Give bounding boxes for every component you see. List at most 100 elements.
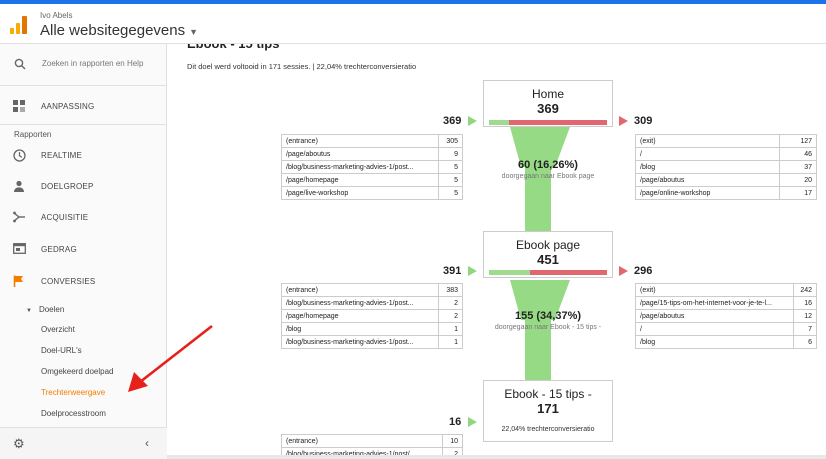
source-value: 5 — [438, 186, 463, 200]
continued-count: 155 (34,37%) — [514, 310, 582, 322]
step-entrances-count: 391 — [443, 265, 462, 277]
collapse-chevron-icon[interactable]: ‹ — [145, 436, 149, 450]
exit-page: /blog — [635, 335, 794, 349]
nav-customization-label: AANPASSING — [41, 102, 95, 111]
exit-value: 37 — [778, 160, 818, 174]
table-row[interactable]: (entrance) 383 — [280, 283, 463, 297]
step-name: Ebook page — [515, 238, 581, 252]
search-input[interactable]: Zoeken in rapporten en Help — [42, 59, 160, 68]
nav-customization[interactable]: AANPASSING — [0, 92, 167, 122]
behavior-icon — [12, 243, 26, 257]
nav-goal-flow[interactable]: Doelprocesstroom — [41, 409, 106, 418]
nav-goals-label: Doelen — [38, 305, 65, 314]
source-value: 1 — [438, 322, 463, 336]
step-entrances-count: 369 — [443, 115, 462, 127]
source-page: /page/homepage — [280, 173, 440, 187]
source-page: /page/aboutus — [280, 147, 440, 161]
step-progress-bar — [489, 120, 607, 125]
exit-page: /page/aboutus — [635, 309, 794, 323]
table-row[interactable]: /46 — [635, 147, 818, 161]
table-row[interactable]: /page/homepage 2 — [280, 309, 463, 323]
nav-overview[interactable]: Overzicht — [41, 325, 75, 334]
table-row[interactable]: /blog/business-marketing-advies-1/post..… — [280, 160, 463, 174]
nav-goals[interactable]: ▼ Doelen — [26, 305, 64, 314]
caret-down-icon: ▼ — [189, 27, 199, 37]
table-row[interactable]: /page/aboutus 9 — [280, 147, 463, 161]
step-count: 369 — [537, 101, 559, 116]
nav-reverse-goal-path[interactable]: Omgekeerd doelpad — [41, 367, 114, 376]
source-value: 2 — [438, 296, 463, 310]
goal-summary: Dit doel werd voltooid in 171 sessies. |… — [187, 62, 417, 71]
table-row[interactable]: (exit) 242 — [635, 283, 818, 297]
step-name: Ebook - 15 tips - — [504, 387, 592, 401]
entrance-arrow-icon — [468, 417, 477, 427]
exit-value: 6 — [792, 335, 818, 349]
table-row[interactable]: /page/aboutus 20 — [635, 173, 818, 187]
nav-behavior[interactable]: GEDRAG — [0, 235, 167, 265]
app-header: Ivo Abels Alle websitegegevens ▼ — [0, 4, 826, 44]
step-count: 171 — [537, 401, 559, 416]
table-row[interactable]: /blog 1 — [280, 322, 463, 336]
nav-goal-urls[interactable]: Doel-URL's — [41, 346, 82, 355]
step-entrances-count: 16 — [449, 416, 462, 428]
nav-audience-label: DOELGROEP — [41, 182, 94, 191]
exit-value: 16 — [792, 296, 818, 310]
source-page: (entrance) — [280, 283, 440, 297]
source-value: 10 — [442, 434, 463, 448]
nav-funnel-visualization[interactable]: Trechterweergave — [41, 388, 105, 397]
nav-behavior-label: GEDRAG — [41, 245, 77, 254]
nav-realtime-label: REALTIME — [41, 151, 83, 160]
divider — [0, 124, 167, 125]
nav-audience[interactable]: DOELGROEP — [0, 172, 167, 202]
source-page: /page/live-workshop — [280, 186, 440, 200]
exit-page: /page/online-workshop — [635, 186, 780, 200]
table-row[interactable]: (entrance) 305 — [280, 134, 463, 148]
funnel-step-ebook-15-tips[interactable]: Ebook - 15 tips - 171 22,04% trechtercon… — [483, 380, 613, 442]
source-page: /blog — [280, 322, 440, 336]
exit-value: 46 — [778, 147, 818, 161]
exit-arrow-icon — [619, 116, 628, 126]
table-row[interactable]: /blog/business-marketing-advies-1/post..… — [280, 335, 463, 349]
table-row[interactable]: /blog 6 — [635, 335, 818, 349]
table-row[interactable]: /blog/business-marketing-advies-1/post..… — [280, 296, 463, 310]
nav-acquisition-label: ACQUISITIE — [41, 213, 89, 222]
entrances-table: (entrance) 383 /blog/business-marketing-a… — [280, 283, 463, 349]
table-row[interactable]: /page/homepage 5 — [280, 173, 463, 187]
property-selector[interactable]: Alle websitegegevens ▼ — [40, 22, 198, 39]
table-row[interactable]: /7 — [635, 322, 818, 336]
table-row[interactable]: (entrance) 10 — [280, 434, 463, 448]
continued-count: 60 (16,26%) — [518, 159, 578, 171]
exit-value: 20 — [778, 173, 818, 187]
exit-page: /page/aboutus — [635, 173, 780, 187]
source-page: (entrance) — [280, 434, 444, 448]
nav-conversions[interactable]: CONVERSIES — [0, 267, 167, 297]
table-row[interactable]: /page/live-workshop 5 — [280, 186, 463, 200]
nav-conversions-label: CONVERSIES — [41, 277, 96, 286]
exit-value: 7 — [792, 322, 818, 336]
analytics-logo-icon[interactable] — [10, 16, 28, 34]
main-content: Ebook - 15 tips Dit doel werd voltooid i… — [167, 36, 826, 459]
source-page: /blog/business-marketing-advies-1/post..… — [280, 296, 440, 310]
source-value: 383 — [438, 283, 463, 297]
source-value: 5 — [438, 173, 463, 187]
exits-table: (exit) 127 /46 /blog 37 /page/aboutus 20 /p… — [635, 134, 818, 200]
table-row[interactable]: /page/aboutus 12 — [635, 309, 818, 323]
table-row[interactable]: /page/15-tips-om-het-internet-voor-je-te… — [635, 296, 818, 310]
nav-acquisition[interactable]: ACQUISITIE — [0, 203, 167, 233]
exit-value: 242 — [792, 283, 818, 297]
acquisition-icon — [12, 211, 26, 225]
exit-value: 127 — [778, 134, 818, 148]
exit-page: (exit) — [635, 283, 794, 297]
exit-page: / — [635, 147, 780, 161]
table-row[interactable]: /blog 37 — [635, 160, 818, 174]
gear-icon[interactable]: ⚙ — [13, 436, 25, 452]
source-value: 305 — [438, 134, 463, 148]
search-box[interactable]: Zoeken in rapporten en Help — [0, 44, 167, 86]
account-name: Ivo Abels — [40, 11, 73, 20]
annotation-arrow-icon — [128, 324, 213, 392]
table-row[interactable]: (exit) 127 — [635, 134, 818, 148]
step-count: 451 — [537, 252, 559, 267]
nav-realtime[interactable]: REALTIME — [0, 141, 167, 171]
source-value: 9 — [438, 147, 463, 161]
table-row[interactable]: /page/online-workshop 17 — [635, 186, 818, 200]
